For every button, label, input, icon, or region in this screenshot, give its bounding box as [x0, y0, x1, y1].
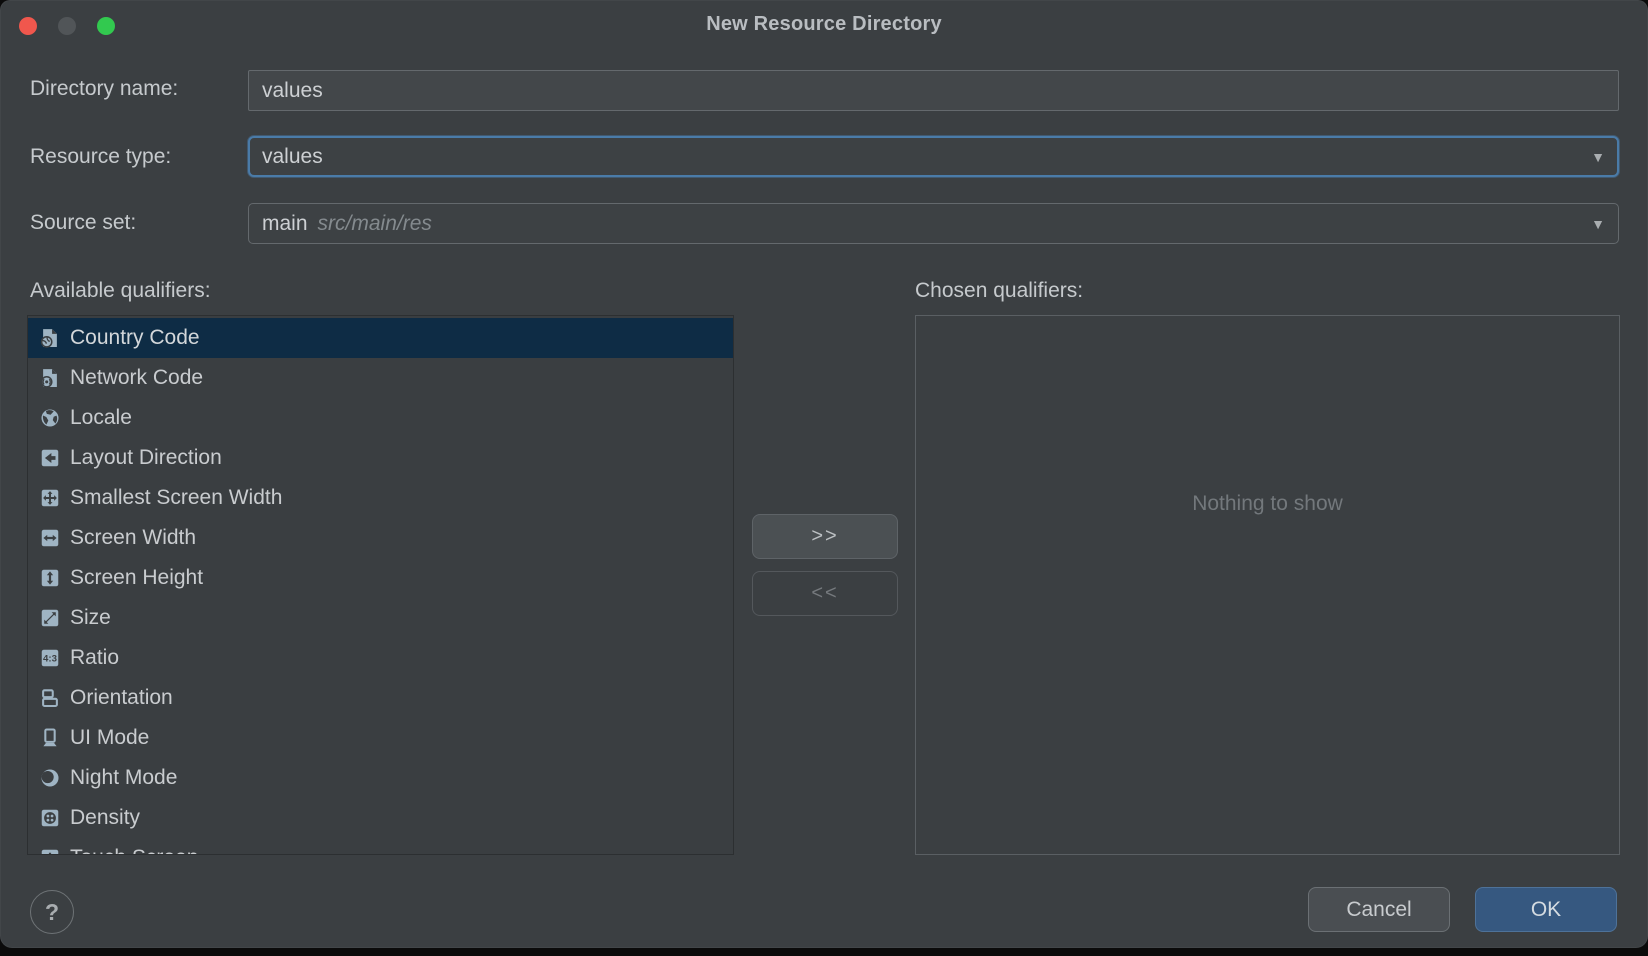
directory-name-label: Directory name: — [30, 77, 178, 101]
titlebar: New Resource Directory — [0, 0, 1648, 52]
source-set-value: main — [262, 212, 308, 236]
list-item-label: Locale — [70, 406, 132, 430]
list-item-label: Screen Width — [70, 526, 196, 550]
smallest-screen-width-icon — [39, 487, 61, 509]
list-item[interactable]: Country Code — [28, 318, 733, 358]
night-mode-icon — [39, 767, 61, 789]
list-item[interactable]: Night Mode — [28, 758, 733, 798]
list-item-label: Ratio — [70, 646, 119, 670]
chevron-down-icon[interactable]: ▼ — [1591, 217, 1605, 231]
list-item-label: Smallest Screen Width — [70, 486, 282, 510]
list-item[interactable]: Locale — [28, 398, 733, 438]
list-item[interactable]: 4:3 Ratio — [28, 638, 733, 678]
size-icon — [39, 607, 61, 629]
list-item-label: Touch Screen — [70, 846, 198, 855]
add-qualifier-button[interactable]: >> — [752, 514, 898, 559]
resource-type-value: values — [262, 145, 323, 169]
resource-type-label: Resource type: — [30, 145, 171, 169]
orientation-icon — [39, 687, 61, 709]
directory-name-input[interactable] — [248, 70, 1619, 111]
list-item[interactable]: UI Mode — [28, 718, 733, 758]
ui-mode-icon — [39, 727, 61, 749]
ratio-icon: 4:3 — [39, 647, 61, 669]
list-item-label: Screen Height — [70, 566, 203, 590]
list-item[interactable]: Orientation — [28, 678, 733, 718]
cancel-button[interactable]: Cancel — [1308, 887, 1450, 932]
screen-height-icon — [39, 567, 61, 589]
source-set-label: Source set: — [30, 211, 136, 235]
help-button[interactable]: ? — [30, 890, 74, 934]
available-qualifiers-list[interactable]: Country Code Network Code Locale Layout … — [27, 315, 734, 855]
list-item[interactable]: Density — [28, 798, 733, 838]
screen-width-icon — [39, 527, 61, 549]
network-code-icon — [39, 367, 61, 389]
locale-icon — [39, 407, 61, 429]
list-item-label: Country Code — [70, 326, 200, 350]
window-title: New Resource Directory — [0, 13, 1648, 36]
svg-text:4:3: 4:3 — [43, 654, 57, 665]
list-item[interactable]: Screen Width — [28, 518, 733, 558]
list-item-label: Density — [70, 806, 140, 830]
list-item-label: UI Mode — [70, 726, 149, 750]
available-qualifiers-label: Available qualifiers: — [30, 279, 211, 303]
layout-direction-icon — [39, 447, 61, 469]
list-item-label: Network Code — [70, 366, 203, 390]
list-item[interactable]: Network Code — [28, 358, 733, 398]
country-code-icon — [39, 327, 61, 349]
new-resource-directory-dialog: New Resource Directory Directory name: R… — [0, 0, 1648, 948]
list-item-label: Size — [70, 606, 111, 630]
list-item[interactable]: Touch Screen — [28, 838, 733, 855]
chosen-qualifiers-label: Chosen qualifiers: — [915, 279, 1083, 303]
empty-state-text: Nothing to show — [916, 492, 1619, 516]
list-item[interactable]: Size — [28, 598, 733, 638]
remove-qualifier-button: << — [752, 571, 898, 616]
density-icon — [39, 807, 61, 829]
chevron-down-icon[interactable]: ▼ — [1591, 150, 1605, 164]
list-item[interactable]: Screen Height — [28, 558, 733, 598]
source-set-path-hint: src/main/res — [318, 212, 432, 236]
ok-button[interactable]: OK — [1475, 887, 1617, 932]
list-item-label: Night Mode — [70, 766, 177, 790]
touch-screen-icon — [39, 847, 61, 855]
list-item-label: Orientation — [70, 686, 173, 710]
resource-type-dropdown[interactable]: values ▼ — [248, 136, 1619, 177]
source-set-dropdown[interactable]: main src/main/res ▼ — [248, 203, 1619, 244]
list-item[interactable]: Layout Direction — [28, 438, 733, 478]
list-item-label: Layout Direction — [70, 446, 222, 470]
list-item[interactable]: Smallest Screen Width — [28, 478, 733, 518]
chosen-qualifiers-panel: Nothing to show — [915, 315, 1620, 855]
